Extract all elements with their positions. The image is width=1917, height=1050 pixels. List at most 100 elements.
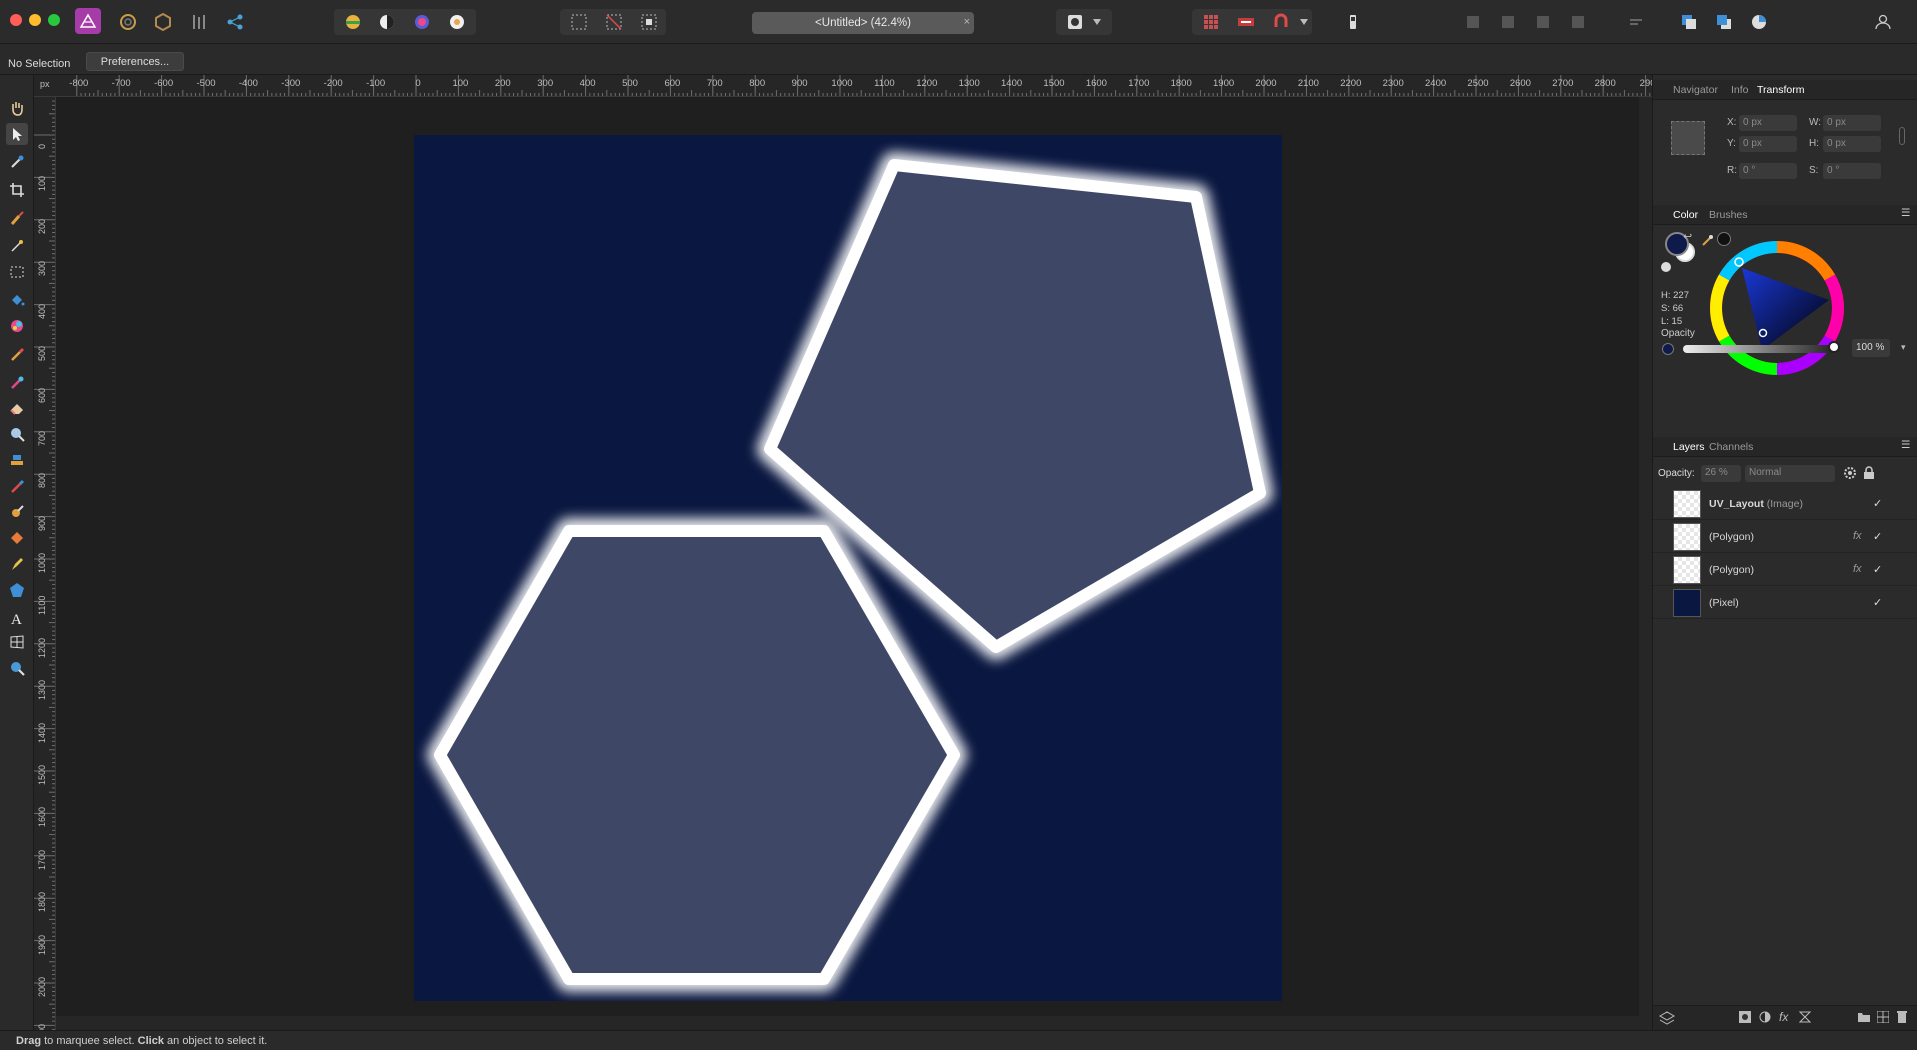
layer-fx-icon[interactable]: fx [1853, 563, 1862, 575]
tab-brushes[interactable]: Brushes [1709, 209, 1748, 221]
layer-row-polygon-2[interactable]: (Polygon) fx ✓ [1653, 553, 1917, 586]
snapping-magnet-icon[interactable] [1270, 11, 1292, 33]
pen-tool-icon[interactable] [6, 553, 28, 575]
color-picker-icon[interactable] [6, 151, 28, 173]
canvas-workspace[interactable] [56, 97, 1639, 1016]
opacity-dropdown-icon[interactable]: ▾ [1901, 342, 1906, 353]
tab-channels[interactable]: Channels [1709, 441, 1753, 453]
swap-colors-icon[interactable] [1661, 262, 1671, 272]
color-panel-menu-icon[interactable]: ☰ [1901, 207, 1910, 219]
close-window-button[interactable] [10, 14, 22, 26]
quick-mask-dropdown-icon[interactable] [1090, 11, 1104, 33]
assistant-icon[interactable] [1235, 11, 1257, 33]
auto-white-balance-icon[interactable] [446, 11, 468, 33]
y-field[interactable]: 0 px [1739, 136, 1797, 152]
delete-layer-icon[interactable] [1896, 1010, 1908, 1024]
layer-lock-icon[interactable] [1863, 466, 1875, 480]
export-persona-icon[interactable] [224, 11, 246, 33]
boolean-xor-icon[interactable] [1567, 11, 1589, 33]
opacity-slider[interactable] [1683, 345, 1835, 353]
layer-row-uv-layout[interactable]: UV_Layout (Image) ✓ [1653, 487, 1917, 520]
tab-layers[interactable]: Layers [1673, 441, 1705, 453]
swap-arrow-icon[interactable]: ↩ [1683, 230, 1692, 243]
anchor-selector[interactable] [1671, 121, 1705, 155]
mesh-warp-icon[interactable] [6, 631, 28, 653]
add-group-icon[interactable] [1857, 1011, 1871, 1023]
adjustment-layer-icon[interactable] [1759, 1011, 1771, 1023]
rotation-field[interactable]: 0 ° [1739, 163, 1797, 179]
color-replacement-brush-icon[interactable] [6, 371, 28, 393]
layer-fx-icon[interactable]: fx [1853, 530, 1862, 542]
layer-opacity-field[interactable]: 26 % [1701, 465, 1741, 482]
document-title-tab[interactable]: <Untitled> (42.4%) × [752, 12, 974, 34]
selection-brush-icon[interactable] [6, 207, 28, 229]
clone-brush-icon[interactable] [6, 449, 28, 471]
tone-mapping-persona-icon[interactable] [188, 11, 210, 33]
color-wheel[interactable] [1709, 240, 1845, 376]
layer-visibility-checkbox[interactable]: ✓ [1873, 596, 1882, 609]
layer-row-polygon-1[interactable]: (Polygon) fx ✓ [1653, 520, 1917, 553]
layer-visibility-checkbox[interactable]: ✓ [1873, 563, 1882, 576]
crop-tool-icon[interactable] [6, 179, 28, 201]
opacity-slider-handle[interactable] [1828, 341, 1840, 353]
preferences-button[interactable]: Preferences... [86, 52, 184, 71]
healing-brush-icon[interactable] [6, 475, 28, 497]
shape-tool-icon[interactable] [6, 527, 28, 549]
add-pixel-layer-icon[interactable] [1877, 1011, 1889, 1023]
layer-settings-icon[interactable] [1843, 466, 1857, 480]
hand-tool-icon[interactable] [6, 97, 28, 119]
horizontal-scrollbar[interactable] [56, 1016, 1639, 1030]
move-tool-icon[interactable] [6, 123, 28, 145]
boolean-subtract-icon[interactable] [1497, 11, 1519, 33]
auto-contrast-icon[interactable] [376, 11, 398, 33]
flood-fill-icon[interactable] [6, 289, 28, 311]
h-field[interactable]: 0 px [1823, 136, 1881, 152]
live-filter-icon[interactable] [1799, 1011, 1811, 1023]
erase-brush-icon[interactable] [6, 397, 28, 419]
user-account-icon[interactable] [1872, 11, 1894, 33]
invert-selection-icon[interactable] [638, 11, 660, 33]
text-tool-icon[interactable]: A [6, 607, 28, 629]
shear-field[interactable]: 0 ° [1823, 163, 1881, 179]
blend-mode-select[interactable]: Normal [1745, 465, 1835, 482]
liquify-persona-icon[interactable] [117, 11, 139, 33]
zoom-window-button[interactable] [48, 14, 60, 26]
vertical-scrollbar[interactable] [1639, 97, 1652, 1030]
close-document-icon[interactable]: × [964, 16, 970, 28]
hexagon-polygon[interactable] [427, 518, 967, 992]
color-opacity-field[interactable]: 100 % [1852, 339, 1890, 357]
force-pixel-alignment-icon[interactable] [1342, 11, 1364, 33]
layers-stack-icon[interactable] [1659, 1011, 1675, 1025]
arrange-back-icon[interactable] [1678, 11, 1700, 33]
mask-layer-icon[interactable] [1739, 1011, 1751, 1023]
zoom-tool-icon[interactable] [6, 657, 28, 679]
tab-color[interactable]: Color [1673, 209, 1698, 221]
layer-visibility-checkbox[interactable]: ✓ [1873, 497, 1882, 510]
add-fx-icon[interactable]: fx [1779, 1010, 1788, 1024]
boolean-intersect-icon[interactable] [1532, 11, 1554, 33]
develop-persona-icon[interactable] [152, 11, 174, 33]
marquee-tool-icon[interactable] [6, 261, 28, 283]
auto-colors-icon[interactable] [411, 11, 433, 33]
color-picker-tool-icon[interactable] [1748, 11, 1770, 33]
x-field[interactable]: 0 px [1739, 115, 1797, 131]
snapping-dropdown-icon[interactable] [1297, 11, 1311, 33]
select-all-icon[interactable] [568, 11, 590, 33]
flood-select-icon[interactable] [6, 235, 28, 257]
boolean-add-icon[interactable] [1462, 11, 1484, 33]
deselect-icon[interactable] [603, 11, 625, 33]
minimize-window-button[interactable] [29, 14, 41, 26]
dodge-brush-icon[interactable] [6, 423, 28, 445]
grid-icon[interactable] [1200, 11, 1222, 33]
smudge-brush-icon[interactable] [6, 501, 28, 523]
gradient-tool-icon[interactable] [6, 315, 28, 337]
quick-mask-icon[interactable] [1064, 11, 1086, 33]
w-field[interactable]: 0 px [1823, 115, 1881, 131]
tab-info[interactable]: Info [1731, 84, 1749, 96]
tab-transform[interactable]: Transform [1757, 84, 1804, 96]
photo-persona-icon[interactable] [75, 8, 101, 34]
auto-levels-icon[interactable] [342, 11, 364, 33]
layer-visibility-checkbox[interactable]: ✓ [1873, 530, 1882, 543]
paint-brush-icon[interactable] [6, 343, 28, 365]
layers-panel-menu-icon[interactable]: ☰ [1901, 439, 1910, 451]
